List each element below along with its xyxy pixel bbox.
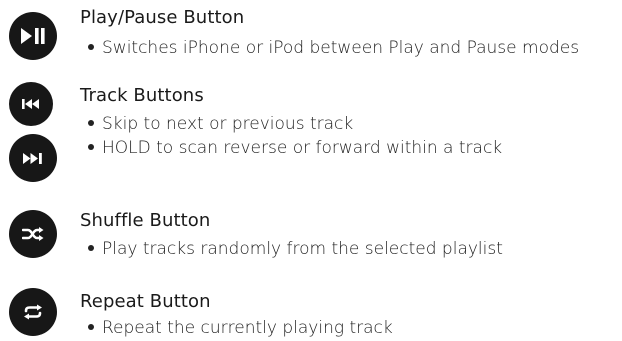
shuffle-icon	[22, 227, 44, 241]
play-pause-description: Switches iPhone or iPod between Play and…	[88, 37, 579, 59]
shuffle-button-illustration	[9, 210, 57, 258]
bullet-text: Skip to next or previous track	[102, 114, 354, 134]
bullet-text: HOLD to scan reverse or forward within a…	[102, 138, 503, 158]
track-buttons-description-1: Skip to next or previous track	[88, 113, 353, 135]
repeat-button-illustration	[9, 288, 57, 336]
play-pause-icon	[21, 28, 45, 44]
next-track-button-illustration	[9, 134, 57, 182]
repeat-description: Repeat the currently playing track	[88, 317, 393, 339]
track-buttons-description-2: HOLD to scan reverse or forward within a…	[88, 137, 502, 159]
play-pause-title: Play/Pause Button	[80, 7, 245, 28]
previous-track-icon	[22, 99, 39, 109]
play-pause-button-illustration	[9, 12, 57, 60]
bullet-dot	[88, 144, 94, 150]
shuffle-description: Play tracks randomly from the selected p…	[88, 238, 503, 260]
track-buttons-title: Track Buttons	[80, 85, 204, 106]
repeat-title: Repeat Button	[80, 291, 211, 312]
shuffle-title: Shuffle Button	[80, 210, 211, 231]
bullet-dot	[88, 44, 94, 50]
next-track-icon	[23, 152, 42, 164]
previous-track-button-illustration	[9, 82, 53, 126]
bullet-dot	[88, 245, 94, 251]
bullet-text: Switches iPhone or iPod between Play and…	[102, 38, 580, 58]
bullet-dot	[88, 120, 94, 126]
bullet-text: Play tracks randomly from the selected p…	[102, 239, 503, 259]
bullet-dot	[88, 324, 94, 330]
repeat-icon	[24, 304, 42, 320]
bullet-text: Repeat the currently playing track	[102, 318, 393, 338]
